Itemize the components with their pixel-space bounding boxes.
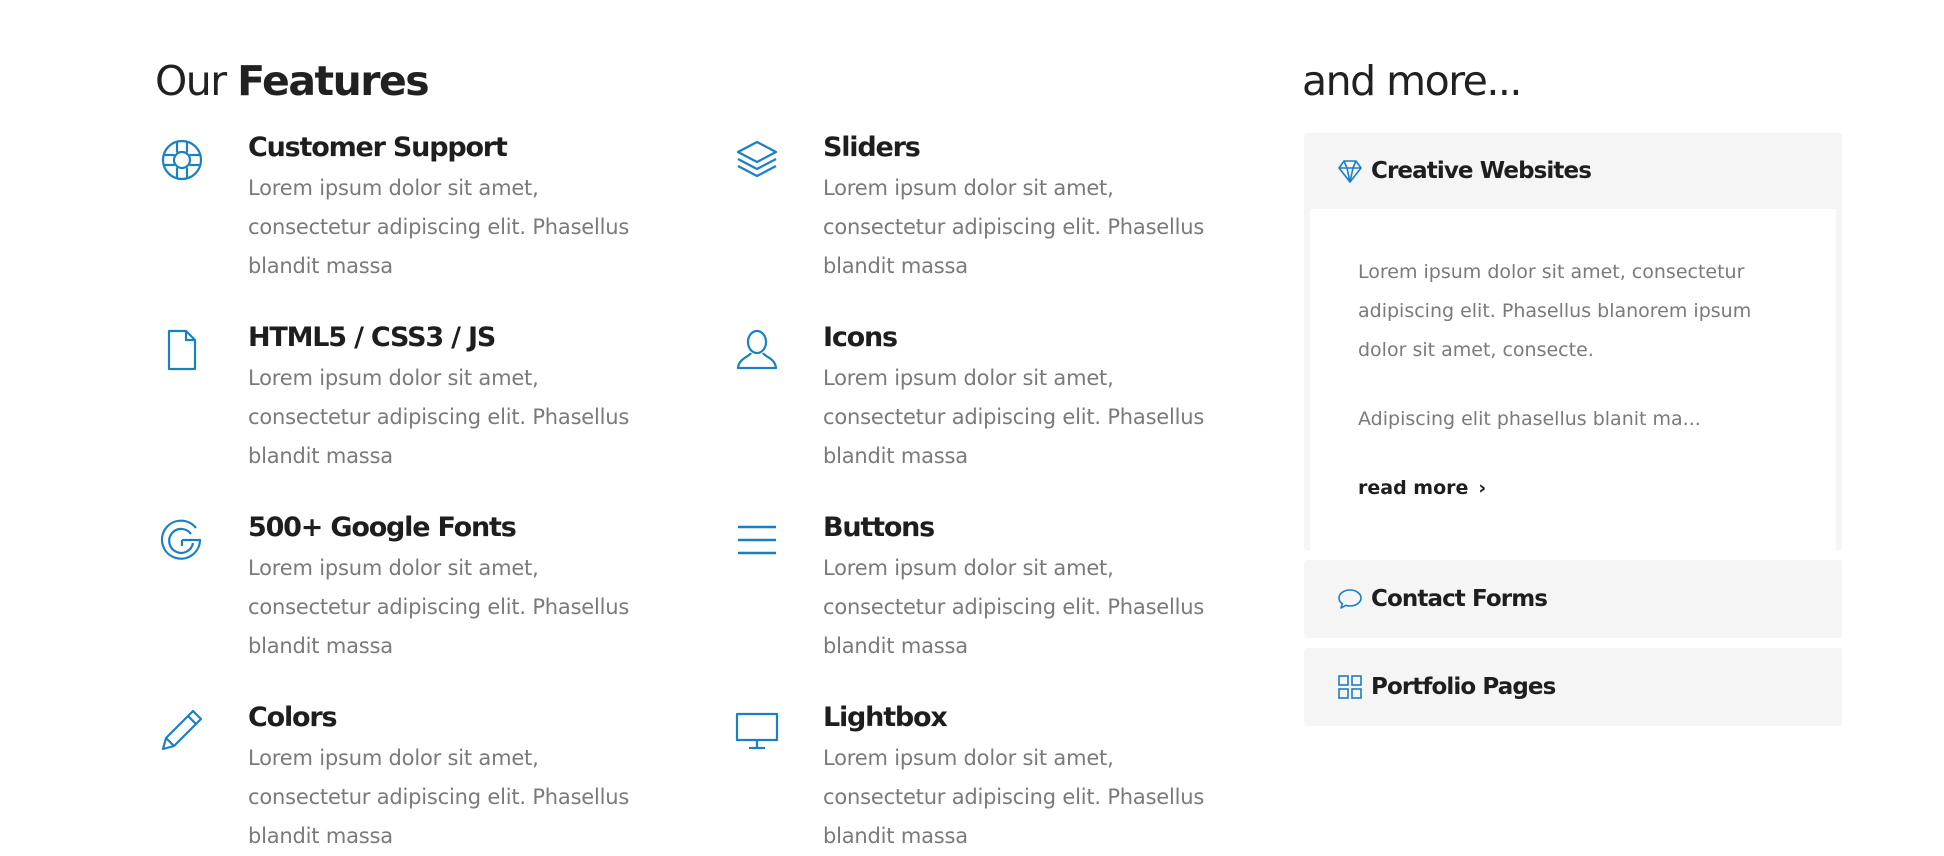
feature-text: Lorem ipsum dolor sit amet, consectetur … (823, 176, 1205, 279)
accordion-paragraph: Adipiscing elit phasellus blanit ma... (1358, 408, 1701, 430)
read-more-label: read more (1358, 477, 1469, 499)
features-heading: Our Features (155, 57, 430, 106)
accordion-header-creative-websites[interactable]: Creative Websites (1304, 133, 1842, 209)
google-icon (160, 518, 204, 562)
speech-bubble-icon (1337, 586, 1363, 612)
feature-icons: Icons Lorem ipsum dolor sit amet, consec… (735, 320, 1270, 476)
features-grid: Customer Support Lorem ipsum dolor sit a… (160, 130, 1270, 856)
feature-google-fonts: 500+ Google Fonts Lorem ipsum dolor sit … (160, 510, 735, 666)
grid-icon (1337, 674, 1363, 700)
feature-text: Lorem ipsum dolor sit amet, consectetur … (248, 366, 630, 469)
feature-title: Lightbox (823, 702, 948, 734)
feature-title: HTML5 / CSS3 / JS (248, 322, 496, 354)
feature-buttons: Buttons Lorem ipsum dolor sit amet, cons… (735, 510, 1270, 666)
feature-title: Icons (823, 322, 898, 354)
chevron-right-icon: › (1478, 477, 1487, 499)
accordion-title: Creative Websites (1371, 158, 1592, 184)
accordion-title: Contact Forms (1371, 586, 1548, 612)
accordion-title: Portfolio Pages (1371, 674, 1556, 700)
lifebuoy-icon (160, 138, 204, 182)
feature-text: Lorem ipsum dolor sit amet, consectetur … (248, 746, 630, 849)
feature-html5-css3-js: HTML5 / CSS3 / JS Lorem ipsum dolor sit … (160, 320, 735, 476)
feature-text: Lorem ipsum dolor sit amet, consectetur … (248, 556, 630, 659)
feature-text: Lorem ipsum dolor sit amet, consectetur … (248, 176, 630, 279)
feature-text: Lorem ipsum dolor sit amet, consectetur … (823, 556, 1205, 659)
user-icon (735, 328, 779, 372)
feature-colors: Colors Lorem ipsum dolor sit amet, conse… (160, 700, 735, 856)
accordion-header-portfolio-pages[interactable]: Portfolio Pages (1304, 648, 1842, 726)
feature-title: Sliders (823, 132, 921, 163)
file-icon (160, 328, 204, 372)
accordion-content: Lorem ipsum dolor sit amet, consectetur … (1310, 209, 1836, 550)
more-features-accordion: Creative Websites Lorem ipsum dolor sit … (1304, 133, 1842, 736)
feature-text: Lorem ipsum dolor sit amet, consectetur … (823, 366, 1205, 469)
accordion-header-contact-forms[interactable]: Contact Forms (1304, 560, 1842, 638)
feature-title: 500+ Google Fonts (248, 512, 517, 544)
diamond-icon (1337, 158, 1363, 184)
menu-icon (735, 518, 779, 562)
accordion-item-contact-forms: Contact Forms (1304, 560, 1842, 638)
feature-sliders: Sliders Lorem ipsum dolor sit amet, cons… (735, 130, 1270, 286)
feature-title: Customer Support (248, 132, 508, 163)
accordion-item-creative-websites: Creative Websites Lorem ipsum dolor sit … (1304, 133, 1842, 550)
accordion-paragraph: Lorem ipsum dolor sit amet, consectetur … (1358, 261, 1752, 361)
monitor-icon (735, 708, 779, 752)
feature-customer-support: Customer Support Lorem ipsum dolor sit a… (160, 130, 735, 286)
read-more-link[interactable]: read more › (1358, 469, 1486, 508)
pencil-icon (160, 708, 204, 752)
feature-text: Lorem ipsum dolor sit amet, consectetur … (823, 746, 1205, 849)
feature-title: Colors (248, 702, 338, 734)
accordion-item-portfolio-pages: Portfolio Pages (1304, 648, 1842, 726)
layers-icon (735, 138, 779, 182)
more-heading: and more... (1302, 57, 1522, 106)
feature-lightbox: Lightbox Lorem ipsum dolor sit amet, con… (735, 700, 1270, 856)
feature-title: Buttons (823, 512, 935, 544)
